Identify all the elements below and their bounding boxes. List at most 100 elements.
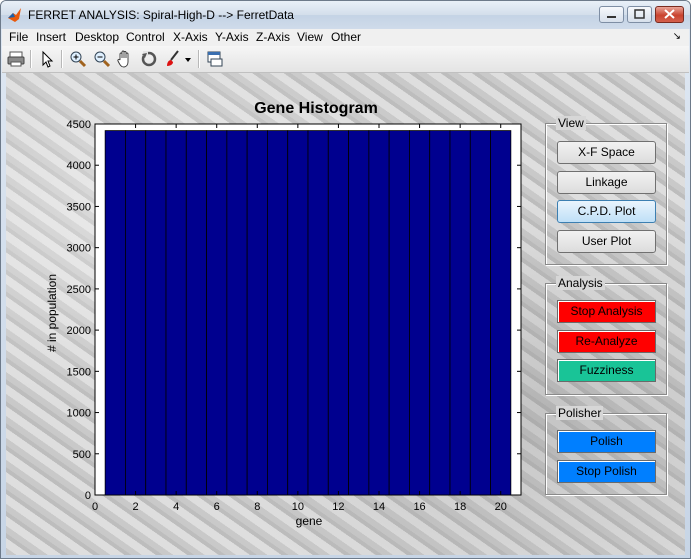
histogram-bar (145, 130, 167, 496)
histogram-bar (348, 130, 370, 496)
menu-bar: File Insert Desktop Control X-Axis Y-Axi… (2, 29, 689, 46)
menu-desktop[interactable]: Desktop (75, 29, 119, 45)
figure-canvas: Gene Histogram 0 2 4 6 8 10 12 14 16 18 20 0 500 1000… (6, 73, 685, 555)
dropdown-arrow-icon (185, 58, 191, 62)
y-tick-label: 1500 (67, 366, 91, 378)
histogram-bar (287, 130, 309, 496)
figure-window: FERRET ANALYSIS: Spiral-High-D --> Ferre… (0, 0, 691, 559)
histogram-bar (226, 130, 248, 496)
brush-button[interactable] (163, 49, 183, 69)
minimize-button[interactable] (599, 6, 624, 23)
y-tick-label: 0 (85, 490, 91, 502)
xf-space-button[interactable]: X-F Space (557, 141, 656, 164)
x-tick-label: 12 (332, 501, 344, 513)
brush-icon (167, 50, 179, 66)
menu-other[interactable]: Other (331, 29, 361, 45)
x-tick-label: 16 (413, 501, 425, 513)
pointer-button[interactable] (37, 49, 57, 69)
print-button[interactable] (6, 49, 26, 69)
histogram-bar (185, 130, 207, 496)
y-tick-label: 500 (73, 449, 91, 461)
close-icon (664, 9, 675, 19)
menu-x-axis[interactable]: X-Axis (173, 29, 208, 45)
pan-button[interactable] (115, 49, 135, 69)
minimize-icon (607, 16, 616, 18)
histogram-bar (490, 130, 512, 496)
histogram-bar (307, 130, 329, 496)
view-panel-label: View (556, 116, 586, 130)
toolbar-separator (61, 50, 63, 68)
histogram-bar (246, 130, 268, 496)
plot-tools-button[interactable] (205, 49, 225, 69)
polish-button[interactable]: Polish (557, 430, 656, 453)
histogram-bar (409, 130, 431, 496)
histogram-bar (368, 130, 390, 496)
x-tick-label: 14 (373, 501, 385, 513)
title-bar[interactable]: FERRET ANALYSIS: Spiral-High-D --> Ferre… (1, 1, 690, 29)
y-tick-label: 3500 (67, 201, 91, 213)
figure-toolbar (2, 46, 689, 73)
stop-polish-button[interactable]: Stop Polish (557, 460, 656, 483)
histogram-bar (429, 130, 451, 496)
zoom-out-icon (94, 51, 111, 68)
view-panel: View X-F Space Linkage C.P.D. Plot User … (545, 116, 667, 265)
polisher-panel-label: Polisher (556, 406, 604, 420)
x-tick-label: 10 (292, 501, 304, 513)
x-tick-label: 6 (214, 501, 220, 513)
rotate-button[interactable] (139, 49, 159, 69)
user-plot-button[interactable]: User Plot (557, 230, 656, 253)
menu-y-axis[interactable]: Y-Axis (215, 29, 249, 45)
x-tick-label: 20 (495, 501, 507, 513)
toolbar-separator (30, 50, 32, 68)
menu-view[interactable]: View (297, 29, 323, 45)
re-analyze-button[interactable]: Re-Analyze (557, 330, 656, 353)
histogram-bar (267, 130, 289, 496)
histogram-bar (104, 130, 126, 496)
toolbar-separator (198, 50, 200, 68)
stop-analysis-button[interactable]: Stop Analysis (557, 300, 656, 323)
zoom-in-button[interactable] (68, 49, 88, 69)
histogram-bar (125, 130, 147, 496)
y-tick-label: 4000 (67, 160, 91, 172)
fuzziness-button[interactable]: Fuzziness (557, 359, 656, 382)
cpd-plot-button[interactable]: C.P.D. Plot (557, 200, 656, 223)
pointer-icon (42, 50, 54, 68)
matlab-logo-icon (8, 8, 21, 22)
analysis-panel: Analysis Stop Analysis Re-Analyze Fuzzin… (545, 276, 667, 395)
plot-tools-icon (207, 51, 223, 67)
brush-dropdown-button[interactable] (183, 49, 193, 69)
y-axis-label: # in population (45, 274, 59, 352)
x-tick-label: 4 (173, 501, 179, 513)
dock-arrow-icon[interactable]: ↘ (673, 31, 681, 42)
maximize-button[interactable] (627, 6, 652, 23)
y-tick-label: 2500 (67, 284, 91, 296)
window-title: FERRET ANALYSIS: Spiral-High-D --> Ferre… (28, 8, 294, 22)
x-tick-label: 2 (133, 501, 139, 513)
histogram-bar (388, 130, 410, 496)
pan-hand-icon (117, 50, 129, 68)
maximize-icon (634, 9, 645, 19)
y-tick-label: 2000 (67, 325, 91, 337)
histogram-plot[interactable]: 0 2 4 6 8 10 12 14 16 18 20 0 500 1000 1500 2000 2500 300… (6, 73, 536, 555)
histogram-bar (327, 130, 349, 496)
zoom-in-icon (70, 51, 87, 68)
y-tick-label: 3000 (67, 243, 91, 255)
histogram-bar (449, 130, 471, 496)
y-tick-label: 4500 (67, 119, 91, 131)
menu-control[interactable]: Control (126, 29, 165, 45)
histogram-bar (469, 130, 491, 496)
y-tick-label: 1000 (67, 408, 91, 420)
analysis-panel-label: Analysis (556, 276, 605, 290)
rotate-icon (141, 51, 157, 67)
histogram-bar (165, 130, 187, 496)
menu-file[interactable]: File (9, 29, 28, 45)
menu-insert[interactable]: Insert (36, 29, 66, 45)
histogram-bar (206, 130, 228, 496)
close-button[interactable] (655, 6, 684, 23)
zoom-out-button[interactable] (92, 49, 112, 69)
x-tick-label: 8 (254, 501, 260, 513)
x-tick-label: 0 (92, 501, 98, 513)
menu-z-axis[interactable]: Z-Axis (256, 29, 290, 45)
polisher-panel: Polisher Polish Stop Polish (545, 406, 667, 495)
linkage-button[interactable]: Linkage (557, 171, 656, 194)
